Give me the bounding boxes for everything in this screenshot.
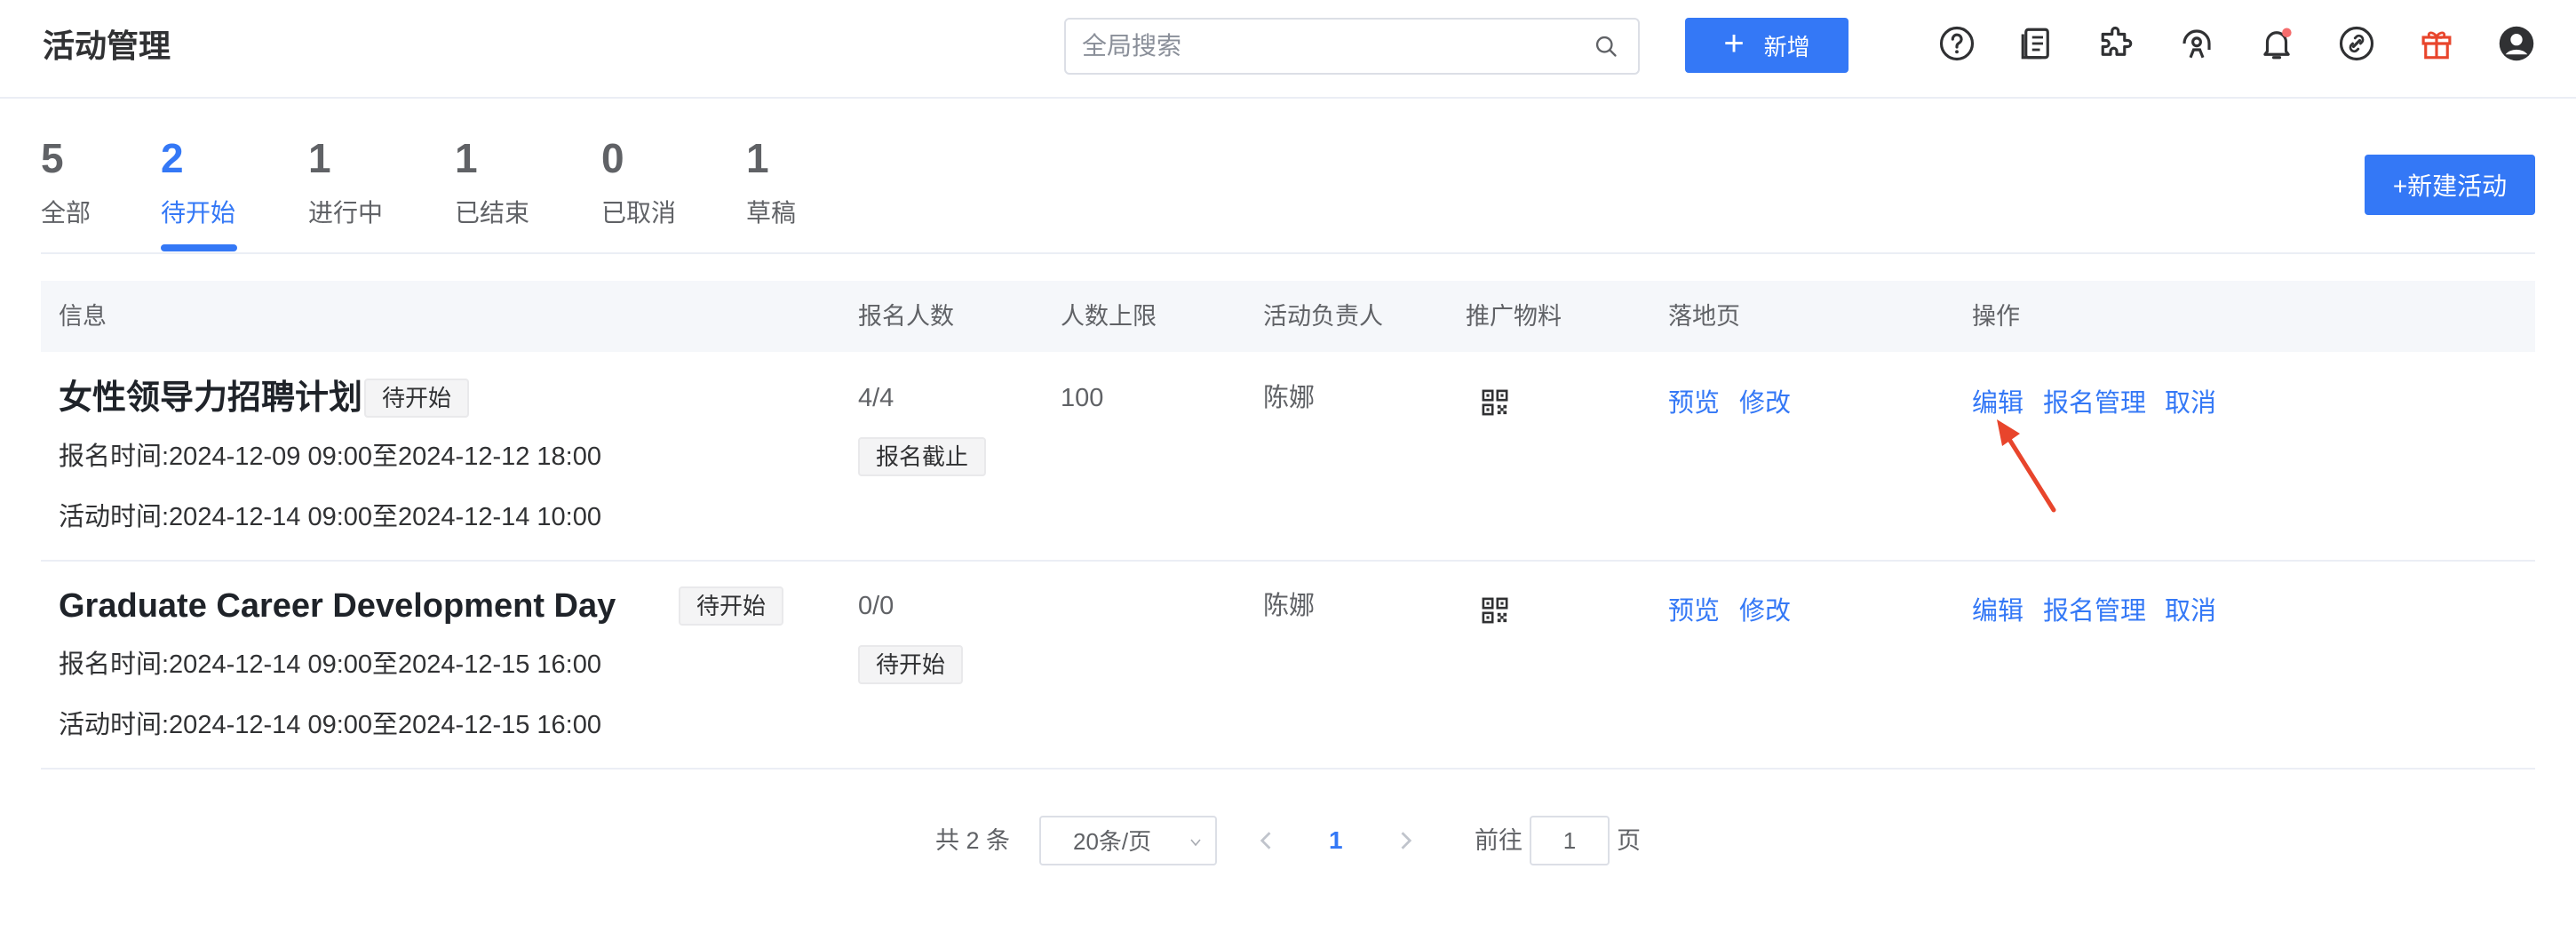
column-header-signups: 报名人数 [858,303,954,330]
user-avatar-icon[interactable] [2496,23,2537,64]
activity-time: 活动时间:2024-12-14 09:00至2024-12-14 10:00 [59,503,601,531]
activity-title: 女性领导力招聘计划 [59,379,363,417]
global-search[interactable] [1064,18,1640,75]
annotation-arrow-icon [1997,419,2056,513]
signup-count: 4/4 [858,384,894,412]
tab-ended[interactable]: 1 已结束 [455,133,529,231]
row-divider [41,560,2535,562]
tab-count: 1 [455,135,478,181]
document-icon[interactable] [2016,23,2057,64]
column-header-limit: 人数上限 [1061,303,1157,330]
goto-page-suffix: 页 [1617,827,1641,854]
activity-owner: 陈娜 [1263,592,1316,620]
tab-count: 1 [308,135,331,181]
pagination-total: 共 2 条 [935,827,1011,854]
tab-label: 进行中 [308,199,384,227]
new-activity-button[interactable]: +新建活动 [2365,155,2535,215]
column-header-info: 信息 [59,303,107,330]
edit-link[interactable]: 编辑 [1972,594,2023,629]
qr-code-icon[interactable] [1482,389,1508,416]
plus-icon: + [1723,24,1745,63]
signup-time: 报名时间:2024-12-14 09:00至2024-12-15 16:00 [59,650,601,679]
tab-draft[interactable]: 1 草稿 [746,133,796,231]
preview-link[interactable]: 预览 [1668,594,1720,629]
activity-time: 活动时间:2024-12-14 09:00至2024-12-15 16:00 [59,711,601,739]
goto-label: 前往 [1475,827,1523,854]
chevron-right-icon[interactable] [1393,828,1418,853]
row-divider [41,768,2535,770]
plugin-icon[interactable] [2096,23,2137,64]
top-bar: 活动管理 + 新增 [0,0,2576,99]
tab-in-progress[interactable]: 1 进行中 [308,133,383,231]
search-input[interactable] [1082,20,1579,73]
table-header: 信息 报名人数 人数上限 活动负责人 推广物料 落地页 操作 [41,281,2535,352]
tab-cancelled[interactable]: 0 已取消 [601,133,676,231]
tab-pending[interactable]: 2 待开始 [161,133,235,231]
add-button[interactable]: + 新增 [1685,18,1849,73]
cancel-link[interactable]: 取消 [2165,386,2216,421]
notification-bell-icon[interactable] [2256,23,2297,64]
link-icon[interactable] [2336,23,2377,64]
tabs-divider [41,252,2535,254]
signup-status-badge: 报名截止 [858,437,987,476]
tab-count: 1 [746,135,769,181]
column-header-materials: 推广物料 [1466,303,1562,330]
tab-label: 已取消 [601,199,677,227]
activity-owner: 陈娜 [1263,384,1316,412]
page-size-select[interactable]: 20条/页 [1039,816,1217,865]
active-tab-indicator [161,244,237,251]
search-icon[interactable] [1594,34,1618,59]
tab-count: 2 [161,135,184,181]
chevron-left-icon[interactable] [1254,828,1279,853]
goto-page-input[interactable] [1530,816,1610,865]
activity-title: Graduate Career Development Day [59,587,616,625]
participant-limit: 100 [1061,384,1104,412]
cancel-link[interactable]: 取消 [2165,594,2216,629]
edit-link[interactable]: 编辑 [1972,386,2023,421]
support-icon[interactable] [2176,23,2217,64]
chevron-down-icon [1190,839,1201,847]
tab-all[interactable]: 5 全部 [41,133,91,231]
help-icon[interactable] [1936,23,1977,64]
signup-count: 0/0 [858,592,894,620]
tab-label: 全部 [41,199,91,227]
page-number-current[interactable]: 1 [1329,823,1343,858]
status-badge: 待开始 [364,379,470,418]
tab-label: 草稿 [746,199,797,227]
signup-time: 报名时间:2024-12-09 09:00至2024-12-12 18:00 [59,443,601,471]
column-header-landing-page: 落地页 [1668,303,1740,330]
column-header-actions: 操作 [1972,303,2020,330]
add-button-label: 新增 [1763,33,1810,60]
gift-icon[interactable] [2416,23,2457,64]
tab-label: 已结束 [455,199,530,227]
status-badge: 待开始 [679,586,784,626]
tab-count: 5 [41,135,64,181]
column-header-owner: 活动负责人 [1263,303,1383,330]
page-title: 活动管理 [43,28,171,64]
modify-link[interactable]: 修改 [1739,386,1791,421]
page-size-value: 20条/页 [1073,828,1152,855]
tab-label: 待开始 [161,199,236,227]
qr-code-icon[interactable] [1482,597,1508,624]
preview-link[interactable]: 预览 [1668,386,1720,421]
signup-management-link[interactable]: 报名管理 [2043,386,2146,421]
modify-link[interactable]: 修改 [1739,594,1791,629]
signup-management-link[interactable]: 报名管理 [2043,594,2146,629]
tab-count: 0 [601,135,624,181]
signup-status-badge: 待开始 [858,645,964,684]
